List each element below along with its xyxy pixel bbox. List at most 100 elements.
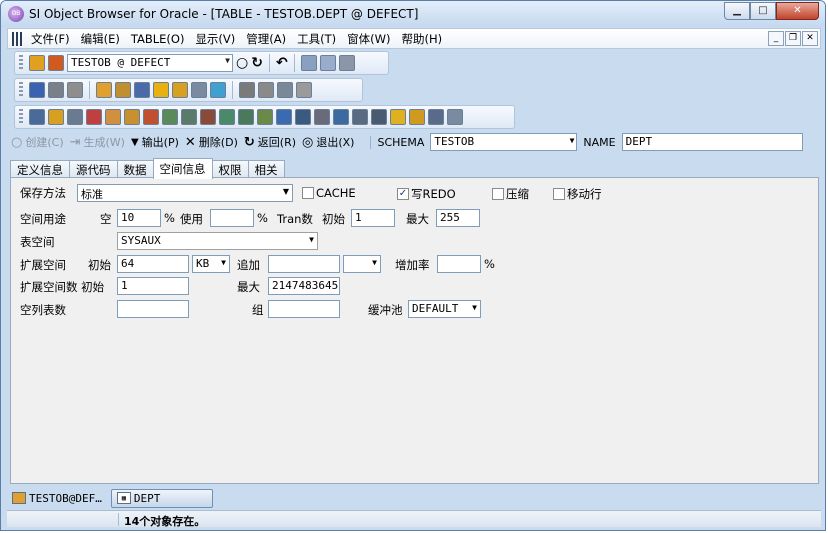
min-extents-input[interactable]: 1 [117,277,189,295]
mdi-doc-icon[interactable] [12,31,24,46]
view-icon[interactable] [86,109,102,125]
compare-icon[interactable] [277,82,293,98]
initial-extent-input[interactable]: 64 [117,255,189,273]
freelist-groups-input[interactable] [268,300,340,318]
profile-icon[interactable] [134,82,150,98]
redo-checkbox[interactable]: ✓ 写REDO [397,186,456,202]
menu-window[interactable]: 窗体(W) [343,31,397,47]
tablespace-select[interactable]: SYSAUX ▼ [117,232,318,250]
generate-button[interactable]: ⇥ 生成(W) [70,134,125,150]
type-body-icon[interactable] [257,109,273,125]
job-icon[interactable] [390,109,406,125]
library-icon[interactable] [352,109,368,125]
connection-select[interactable]: TESTOB @ DEFECT ▼ [67,54,233,72]
menu-view[interactable]: 显示(V) [191,31,242,47]
menu-manage[interactable]: 管理(A) [242,31,293,47]
storage-method-select[interactable]: 标准 ▼ [77,184,293,202]
lob-icon[interactable] [428,109,444,125]
minimize-button[interactable]: ▁ [724,2,750,20]
procedure-icon[interactable] [143,109,159,125]
directory-icon[interactable] [333,109,349,125]
compress-checkbox[interactable]: 压缩 [492,186,529,202]
initrans-input[interactable]: 1 [351,209,395,227]
user-icon[interactable] [96,82,112,98]
mdi-close-button[interactable]: ✕ [802,31,818,46]
paste-icon[interactable] [338,55,355,71]
initial-extent-unit-select[interactable]: KB ▼ [192,255,230,273]
delete-button[interactable]: ✕ 删除(D) [185,134,238,150]
mview-icon[interactable] [276,109,292,125]
row-movement-checkbox[interactable]: 移动行 [553,186,602,202]
package-body-icon[interactable] [200,109,216,125]
undo-icon[interactable]: ↶ [276,55,288,71]
java-icon[interactable] [371,109,387,125]
menu-file[interactable]: 文件(F) [27,31,77,47]
exit-icon: ◎ [302,134,314,150]
schema-icon[interactable] [258,82,274,98]
menu-help[interactable]: 帮助(H) [397,31,449,47]
status-message: 14个对象存在。 [124,515,206,528]
mdi-tab-connection[interactable]: TESTOB@DEF… [7,489,107,508]
mview-log-icon[interactable] [314,109,330,125]
output-button[interactable]: ▼ 输出(P) [131,134,179,150]
close-button[interactable]: ✕ [776,2,819,20]
stop-icon[interactable]: ○ [236,55,248,71]
database-icon[interactable] [172,82,188,98]
lock-icon[interactable] [153,82,169,98]
cluster-icon[interactable] [295,109,311,125]
toolbar-grip[interactable] [19,109,23,125]
dblink-icon[interactable] [124,109,140,125]
buffer-pool-select[interactable]: DEFAULT ▼ [408,300,481,318]
cut-icon[interactable] [300,55,317,71]
toolbar-grip[interactable] [19,55,23,71]
connect-icon[interactable] [29,55,45,71]
help-object-icon[interactable] [447,109,463,125]
exit-button[interactable]: ◎ 退出(X) [302,134,354,150]
create-button[interactable]: ○ 创建(C) [11,134,64,150]
connection-select-value: TESTOB @ DEFECT [71,56,171,69]
pct-free-input[interactable]: 10 [117,209,161,227]
cache-checkbox[interactable]: CACHE [302,186,356,200]
copy-icon[interactable] [319,55,336,71]
pct-used-input[interactable] [210,209,254,227]
menu-tools[interactable]: 工具(T) [293,31,343,47]
trigger-icon[interactable] [219,109,235,125]
toolbar-grip[interactable] [19,82,23,98]
sql-icon[interactable] [29,82,45,98]
storage-method-value: 标准 [81,188,103,201]
document-icon[interactable] [48,82,64,98]
pct-increase-input[interactable] [437,255,481,273]
maxtrans-input[interactable]: 255 [436,209,480,227]
mdi-tab-dept[interactable]: ▦ DEPT [110,488,213,508]
index-icon[interactable] [67,109,83,125]
mdi-restore-button[interactable]: ❐ [785,31,801,46]
synonym-icon[interactable] [105,109,121,125]
tab-space-info[interactable]: 空间信息 [152,158,213,179]
back-button[interactable]: ↻ 返回(R) [244,134,296,150]
role-icon[interactable] [115,82,131,98]
sequence-icon[interactable] [239,82,255,98]
key-icon[interactable] [48,109,64,125]
copy-object-icon[interactable] [191,82,207,98]
sync-icon[interactable] [210,82,226,98]
max-extents-input[interactable]: 2147483645 [268,277,340,295]
type-icon[interactable] [238,109,254,125]
export-icon[interactable] [296,82,312,98]
table-icon[interactable] [29,109,45,125]
maximize-button[interactable]: □ [750,2,776,20]
refresh-icon[interactable]: ↻ [251,55,263,71]
queue-icon[interactable] [409,109,425,125]
function-icon[interactable] [162,109,178,125]
name-field[interactable]: DEPT [621,133,803,151]
window-icon[interactable] [67,82,83,98]
menu-table[interactable]: TABLE(O) [127,32,192,46]
next-extent-input[interactable] [268,255,340,273]
mdi-minimize-button[interactable]: _ [768,31,784,46]
next-extent-unit-select[interactable]: ▼ [343,255,381,273]
freelists-input[interactable] [117,300,189,318]
schema-select[interactable]: TESTOB ▼ [430,133,578,151]
chevron-down-icon: ▼ [472,303,477,312]
disconnect-icon[interactable] [48,55,64,71]
menu-edit[interactable]: 编辑(E) [77,31,127,47]
package-icon[interactable] [181,109,197,125]
